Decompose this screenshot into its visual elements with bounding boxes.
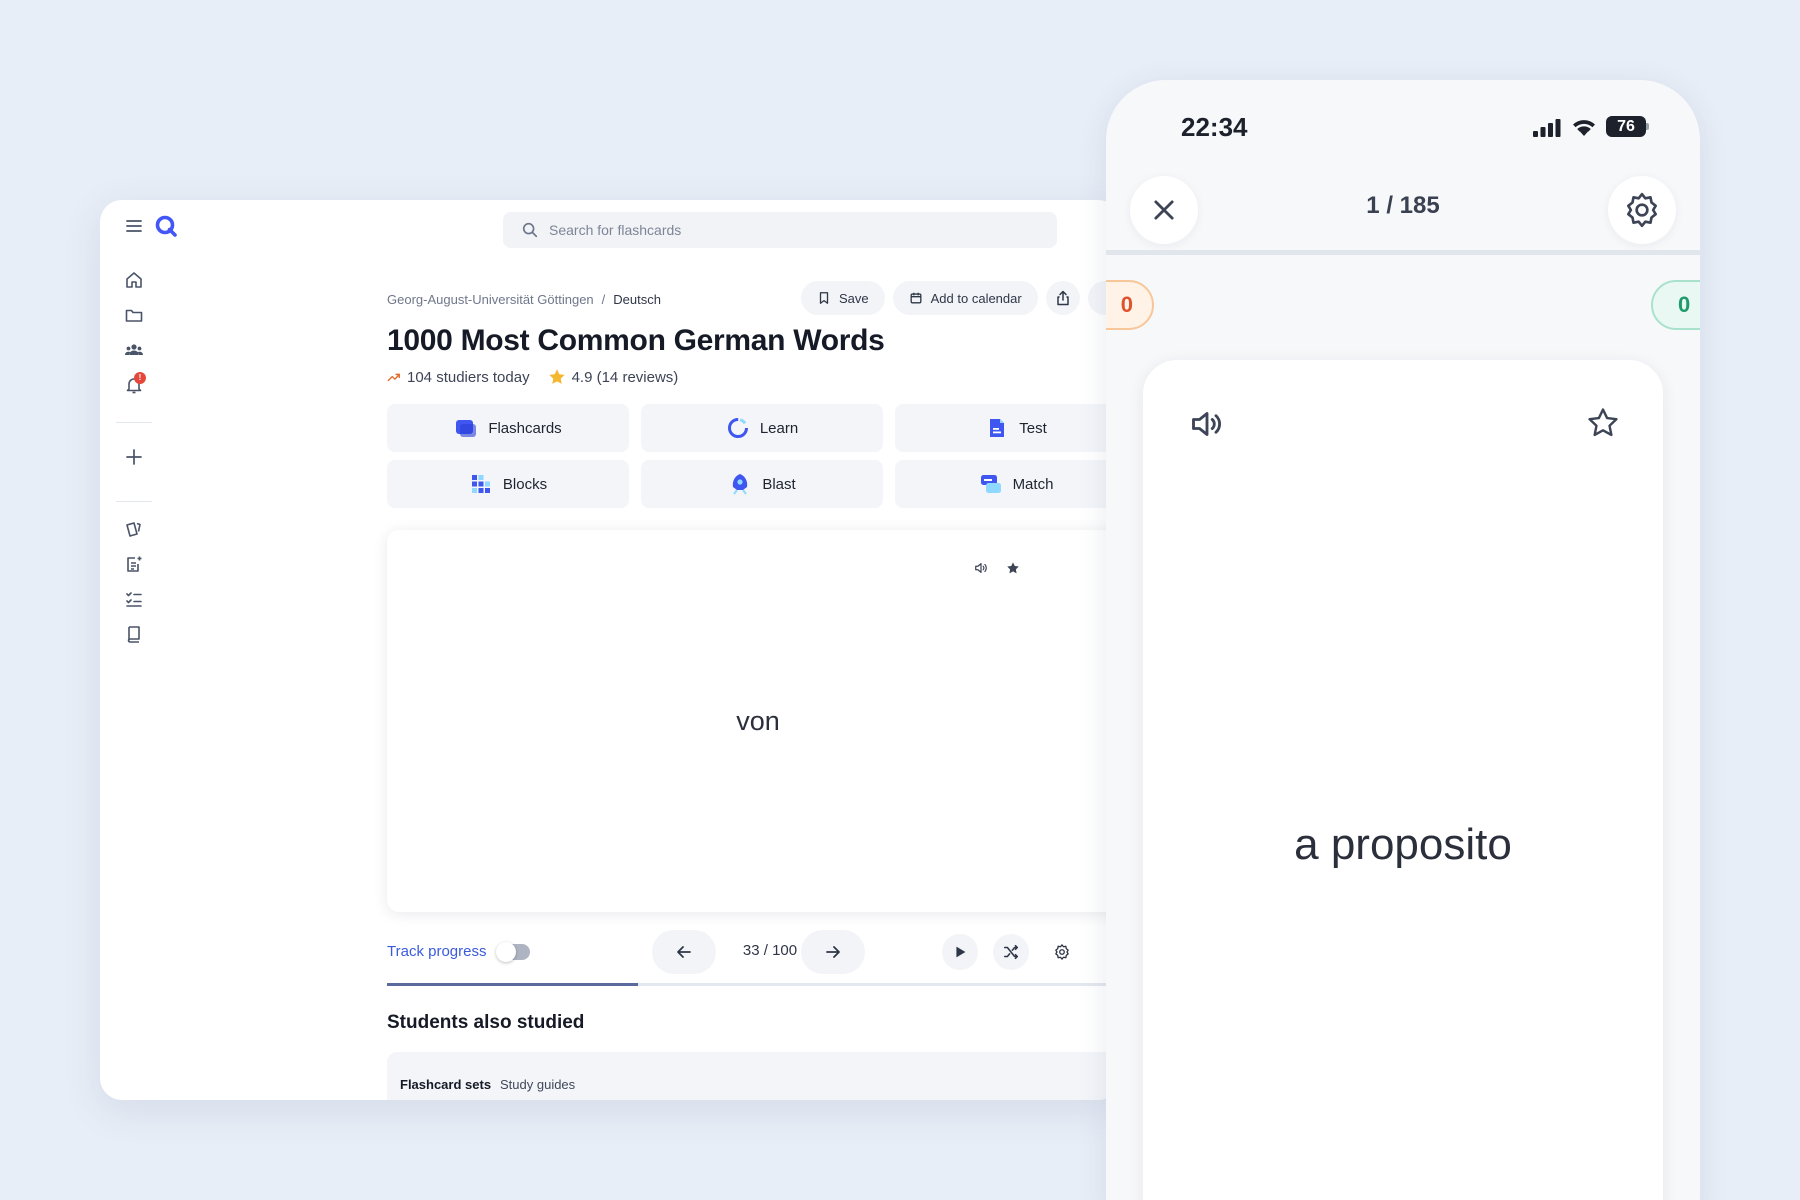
- mode-flashcards[interactable]: Flashcards: [387, 404, 629, 452]
- phone-settings-button[interactable]: [1608, 176, 1676, 244]
- previous-button[interactable]: [652, 930, 716, 974]
- star-outline-icon[interactable]: [1586, 406, 1620, 440]
- mode-label: Test: [1019, 419, 1047, 437]
- signal-icon: [1533, 119, 1561, 137]
- shuffle-button[interactable]: [993, 934, 1029, 970]
- progress-fill: [387, 983, 638, 986]
- mode-label: Blocks: [502, 475, 548, 493]
- mode-label: Learn: [759, 419, 799, 437]
- arrow-left-icon: [677, 946, 691, 958]
- play-icon: [956, 946, 966, 958]
- next-button[interactable]: [801, 930, 865, 974]
- arrow-right-icon: [826, 946, 840, 958]
- set-actions: Save Add to calendar: [801, 281, 1120, 315]
- menu-icon[interactable]: [120, 212, 148, 240]
- speaker-icon: [975, 563, 987, 573]
- share-button[interactable]: [1045, 281, 1080, 315]
- set-meta: 104 studiers today 4.9 (14 reviews): [387, 368, 678, 386]
- calendar-label: Add to calendar: [930, 290, 1022, 306]
- status-bar: 22:34 76: [1106, 80, 1700, 180]
- notification-badge: !: [134, 372, 146, 384]
- phone-flashcard-term: a proposito: [1294, 820, 1512, 869]
- flashcards-icon: [456, 420, 477, 437]
- audio-button[interactable]: [971, 558, 991, 578]
- checklist-icon[interactable]: [120, 585, 148, 613]
- flashcard[interactable]: von: [387, 530, 1120, 912]
- mode-blocks[interactable]: Blocks: [387, 460, 629, 508]
- gear-icon: [1055, 944, 1069, 960]
- star-icon: [548, 369, 565, 384]
- speaker-icon[interactable]: [1189, 406, 1225, 442]
- sidebar: !: [100, 200, 177, 1100]
- add-to-calendar-button[interactable]: Add to calendar: [892, 281, 1038, 315]
- sidebar-divider: [116, 422, 152, 423]
- bookmark-icon: [819, 292, 829, 304]
- save-label: Save: [839, 290, 869, 306]
- create-icon[interactable]: [120, 443, 148, 471]
- know-count: 0: [1651, 280, 1700, 330]
- battery-indicator: 76: [1606, 116, 1649, 137]
- tab-study-guides[interactable]: Study guides: [500, 1077, 575, 1092]
- settings-button[interactable]: [1044, 934, 1080, 970]
- trending-icon: [387, 373, 400, 382]
- progress-bar: [387, 983, 1120, 986]
- track-progress: Track progress: [387, 941, 531, 962]
- groups-icon[interactable]: [120, 336, 148, 364]
- phone-progress-bar: [1106, 250, 1700, 255]
- blocks-icon: [471, 475, 490, 493]
- track-progress-toggle[interactable]: [496, 941, 531, 962]
- desktop-window: ! Georg-August-Universität Göttingen / D…: [100, 200, 1120, 1100]
- calendar-icon: [910, 292, 922, 304]
- tab-flashcard-sets[interactable]: Flashcard sets: [400, 1077, 491, 1092]
- flashcard-controls: Track progress 33 / 100: [387, 928, 1120, 978]
- ai-notes-icon[interactable]: [120, 550, 148, 578]
- breadcrumb-subject[interactable]: Deutsch: [613, 292, 661, 307]
- breadcrumb-separator: /: [601, 292, 606, 307]
- test-icon: [990, 419, 1005, 437]
- wifi-icon: [1573, 120, 1595, 136]
- related-tabs: Flashcard sets Study guides: [387, 1052, 1120, 1100]
- mode-learn[interactable]: Learn: [641, 404, 883, 452]
- flashcard-term: von: [736, 706, 780, 736]
- mode-match[interactable]: Match: [895, 460, 1120, 508]
- toggle-knob: [496, 941, 517, 962]
- rating[interactable]: 4.9 (14 reviews): [572, 369, 679, 386]
- page-title: 1000 Most Common German Words: [387, 324, 885, 357]
- status-time: 22:34: [1181, 112, 1248, 142]
- shuffle-icon: [1003, 944, 1019, 960]
- star-icon: [1007, 562, 1019, 574]
- main-content: Georg-August-Universität Göttingen / Deu…: [387, 200, 1120, 1100]
- breadcrumb: Georg-August-Universität Göttingen / Deu…: [387, 292, 661, 307]
- mode-test[interactable]: Test: [895, 404, 1120, 452]
- star-button[interactable]: [1003, 558, 1023, 578]
- blast-icon: [733, 474, 748, 495]
- mode-label: Blast: [762, 475, 796, 493]
- cards-icon[interactable]: [120, 515, 148, 543]
- logo-icon[interactable]: [152, 212, 180, 240]
- home-icon[interactable]: [120, 266, 148, 294]
- notifications-icon[interactable]: !: [120, 371, 148, 399]
- gear-icon: [1627, 192, 1657, 228]
- study-modes: Flashcards Learn Test Blocks Blast Match: [387, 404, 1120, 508]
- book-icon[interactable]: [120, 620, 148, 648]
- students-also-studied-heading: Students also studied: [387, 1012, 585, 1033]
- play-button[interactable]: [942, 934, 978, 970]
- still-learning-count: 0: [1106, 280, 1154, 330]
- mode-label: Flashcards: [488, 419, 562, 437]
- mode-blast[interactable]: Blast: [641, 460, 883, 508]
- save-button[interactable]: Save: [801, 281, 885, 315]
- folder-icon[interactable]: [120, 301, 148, 329]
- match-icon: [980, 475, 1001, 493]
- learn-icon: [727, 418, 748, 438]
- phone-flashcard[interactable]: a proposito: [1143, 360, 1663, 1200]
- studiers-today: 104 studiers today: [407, 368, 530, 386]
- phone-screen: 22:34 76 1 / 185 0 0 a proposito: [1106, 80, 1700, 1200]
- track-progress-label: Track progress: [387, 943, 487, 960]
- sidebar-divider: [116, 501, 152, 502]
- breadcrumb-school[interactable]: Georg-August-Universität Göttingen: [387, 292, 594, 307]
- share-icon: [1056, 290, 1069, 306]
- mode-label: Match: [1012, 475, 1054, 493]
